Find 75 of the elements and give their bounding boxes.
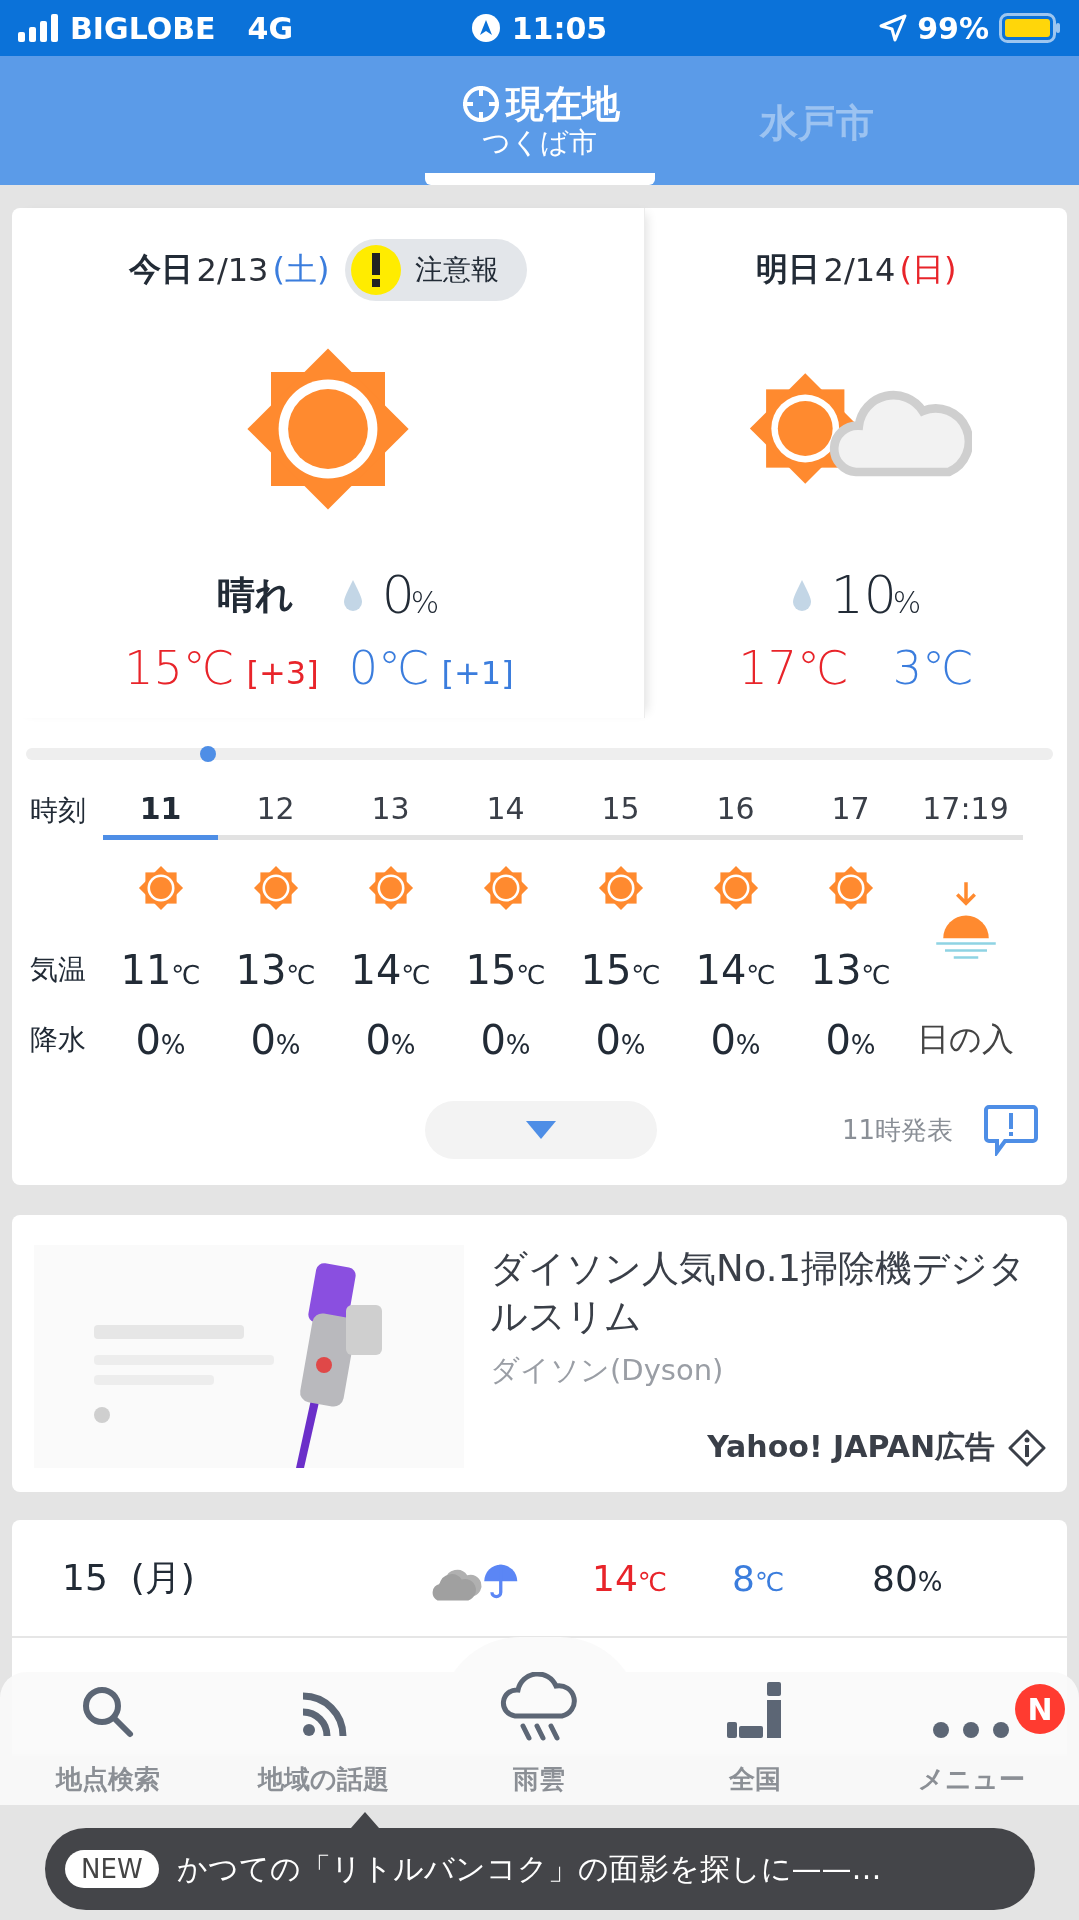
network-type: 4G	[247, 10, 294, 46]
warning-icon	[351, 245, 402, 295]
tab-city: つくば市	[482, 126, 597, 160]
hour-header[interactable]: 14	[448, 782, 563, 840]
day-date: 15 (月)	[62, 1555, 196, 1600]
time-indicator	[200, 746, 216, 762]
day-weekday: (土)	[272, 249, 330, 290]
low-temp: 0℃	[348, 640, 430, 695]
hour-temp: 15℃	[465, 947, 546, 993]
hour-header[interactable]: 11	[103, 782, 218, 840]
info-icon	[1007, 1427, 1047, 1468]
ad-title: ダイソン人気No.1掃除機デジタルスリム	[490, 1246, 1027, 1340]
hour-temp: 14℃	[350, 947, 431, 993]
notification-badge: N	[1015, 1684, 1065, 1734]
condition-text: 晴れ	[216, 571, 294, 619]
hour-header[interactable]: 15	[563, 782, 678, 840]
hour-precip: 0%	[710, 1017, 761, 1063]
hour-temp: 11℃	[120, 947, 201, 993]
more-icon	[931, 1720, 1012, 1740]
battery-percent: 99%	[917, 10, 989, 46]
tab-title: 現在地	[505, 82, 620, 126]
ad-sponsor: Yahoo! JAPAN広告	[707, 1428, 995, 1466]
news-toast[interactable]: NEW かつての「リトルバンコク」の面影を探しに——…	[45, 1828, 1035, 1910]
raindrop-icon	[790, 578, 813, 612]
hour-temp: 14℃	[695, 947, 776, 993]
row-label: 気温	[29, 952, 87, 988]
new-tag: NEW	[65, 1850, 159, 1888]
caret-icon	[526, 1121, 556, 1139]
high-temp: 15℃	[124, 640, 235, 695]
day-date: 2/13	[196, 251, 269, 289]
hour-header[interactable]: 13	[333, 782, 448, 840]
navigation-icon	[471, 14, 500, 42]
alert-badge[interactable]: 注意報	[345, 239, 528, 301]
carrier-name: BIGLOBE	[70, 10, 216, 46]
hour-header[interactable]: 12	[218, 782, 333, 840]
precip-chance: 80%	[872, 1557, 944, 1599]
hour-temp: 15℃	[580, 947, 661, 993]
low-temp: 8℃	[732, 1557, 786, 1599]
signal-icon	[18, 14, 60, 42]
feedback-button[interactable]	[983, 1104, 1039, 1156]
raindrop-icon	[341, 578, 364, 613]
hour-precip: 0%	[250, 1017, 301, 1063]
high-diff: [+3]	[246, 653, 319, 692]
high-temp: 14℃	[592, 1557, 668, 1599]
row-label: 時刻	[29, 793, 87, 829]
alert-label: 注意報	[415, 252, 500, 288]
precip-chance: 10%	[830, 565, 922, 625]
day-label: 今日	[128, 249, 193, 290]
precip-chance: 0%	[381, 565, 440, 626]
issued-time: 11時発表	[841, 1113, 953, 1147]
hour-precip: 0%	[595, 1017, 646, 1063]
sunset-label: 日の入	[917, 1019, 1014, 1060]
hour-header[interactable]: 16	[678, 782, 793, 840]
ad-card[interactable]: ダイソン人気No.1掃除機デジタルスリム ダイソン(Dyson) Yahoo! JAPAN広告	[12, 1215, 1067, 1492]
hour-temp: 13℃	[810, 947, 891, 993]
hour-precip: 0%	[480, 1017, 531, 1063]
hour-header[interactable]: 17	[793, 782, 908, 840]
day-weekday: (日)	[899, 248, 957, 290]
day-date: 2/14	[823, 250, 896, 289]
low-temp: 3℃	[892, 640, 974, 695]
hour-precip: 0%	[825, 1017, 876, 1063]
location-arrow-icon	[879, 14, 908, 42]
hour-header[interactable]: 17:19	[908, 782, 1023, 840]
high-temp: 17℃	[738, 640, 849, 695]
day-label: 明日	[755, 248, 820, 290]
toast-text: かつての「リトルバンコク」の面影を探しに——…	[176, 1849, 882, 1888]
hour-temp: 13℃	[235, 947, 316, 993]
hour-precip: 0%	[365, 1017, 416, 1063]
hour-precip: 0%	[135, 1017, 186, 1063]
ad-advertiser: ダイソン(Dyson)	[490, 1352, 725, 1389]
clock-time: 11:05	[511, 10, 608, 46]
row-label: 降水	[29, 1022, 87, 1058]
low-diff: [+1]	[441, 653, 514, 692]
battery-icon	[999, 13, 1061, 43]
feedback-icon	[983, 1104, 1039, 1156]
